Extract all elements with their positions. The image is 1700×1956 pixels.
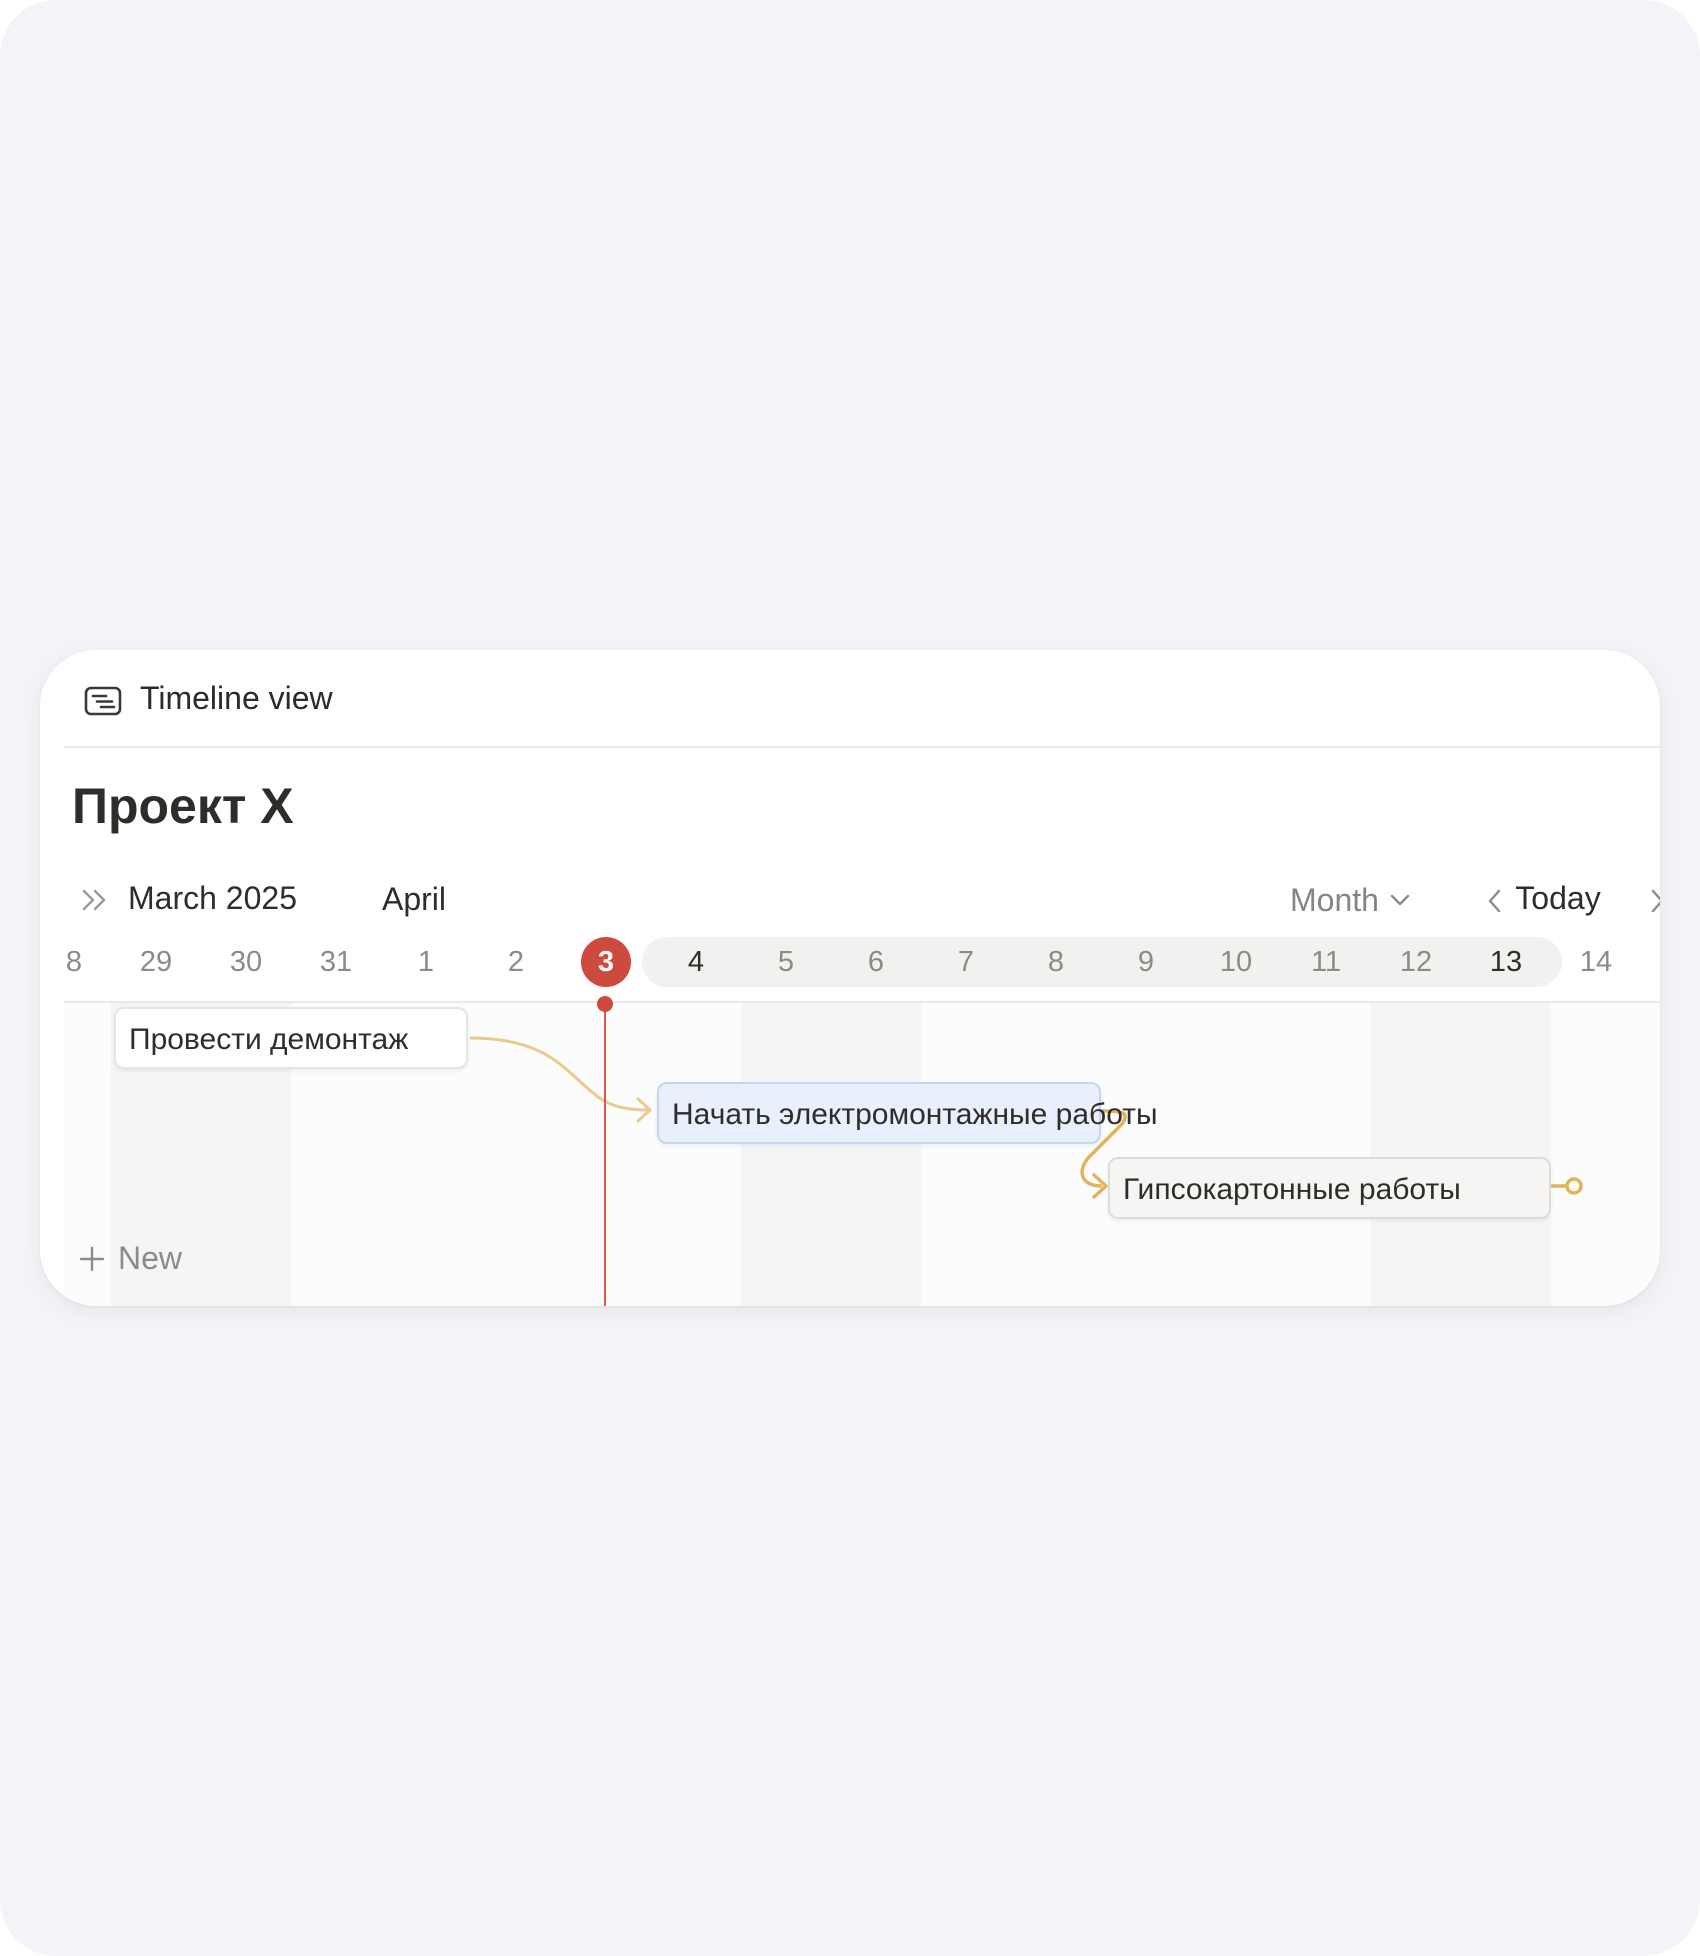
task-bar[interactable]: Провести демонтаж — [114, 1007, 468, 1069]
weekend-column — [1371, 1003, 1551, 1306]
current-month-label: March 2025 — [128, 880, 297, 916]
weekend-column — [741, 1003, 921, 1306]
view-mode-select[interactable]: Month — [1290, 878, 1411, 922]
next-month-label: April — [382, 881, 447, 917]
today-line — [604, 1000, 606, 1306]
date-cell: 7 — [957, 946, 975, 978]
date-cell: 4 — [687, 946, 705, 978]
date-cell: 8 — [65, 946, 83, 978]
date-cell: 1 — [417, 946, 435, 978]
date-cell: 5 — [777, 946, 795, 978]
date-cell: 14 — [1579, 946, 1613, 978]
view-tab-label[interactable]: Timeline view — [140, 680, 333, 717]
date-cell: 13 — [1489, 946, 1523, 978]
chevron-right-icon[interactable] — [1642, 886, 1660, 916]
chevron-down-icon — [1390, 894, 1410, 906]
date-cell: 31 — [319, 946, 353, 978]
timeline-view-icon — [84, 686, 122, 716]
date-cell: 29 — [139, 946, 173, 978]
date-cell: 10 — [1219, 946, 1253, 978]
date-cell: 8 — [1047, 946, 1065, 978]
task-bar[interactable]: Гипсокартонные работы — [1108, 1157, 1551, 1219]
double-chevron-right-icon[interactable] — [78, 886, 112, 914]
date-cell: 6 — [867, 946, 885, 978]
date-cell: 11 — [1310, 946, 1342, 978]
view-header: Timeline view — [40, 650, 1660, 746]
new-task-label: New — [118, 1240, 183, 1276]
date-cell: 2 — [507, 946, 525, 978]
plus-icon — [79, 1246, 105, 1271]
today-line-dot — [597, 996, 613, 1012]
date-cell: 30 — [229, 946, 263, 978]
view-mode-label: Month — [1290, 881, 1379, 918]
date-cell: 12 — [1399, 946, 1433, 978]
timeline-card: Timeline view Проект X March 2025 April … — [40, 650, 1660, 1306]
today-button[interactable]: Today — [1498, 880, 1618, 917]
new-task-button[interactable]: New — [78, 1240, 182, 1277]
date-cell: 9 — [1137, 946, 1155, 978]
header-divider — [64, 746, 1660, 748]
page-title: Проект X — [72, 778, 294, 834]
task-bar[interactable]: Начать электромонтажные работы — [657, 1082, 1158, 1144]
today-date-marker: 3 — [581, 937, 631, 987]
